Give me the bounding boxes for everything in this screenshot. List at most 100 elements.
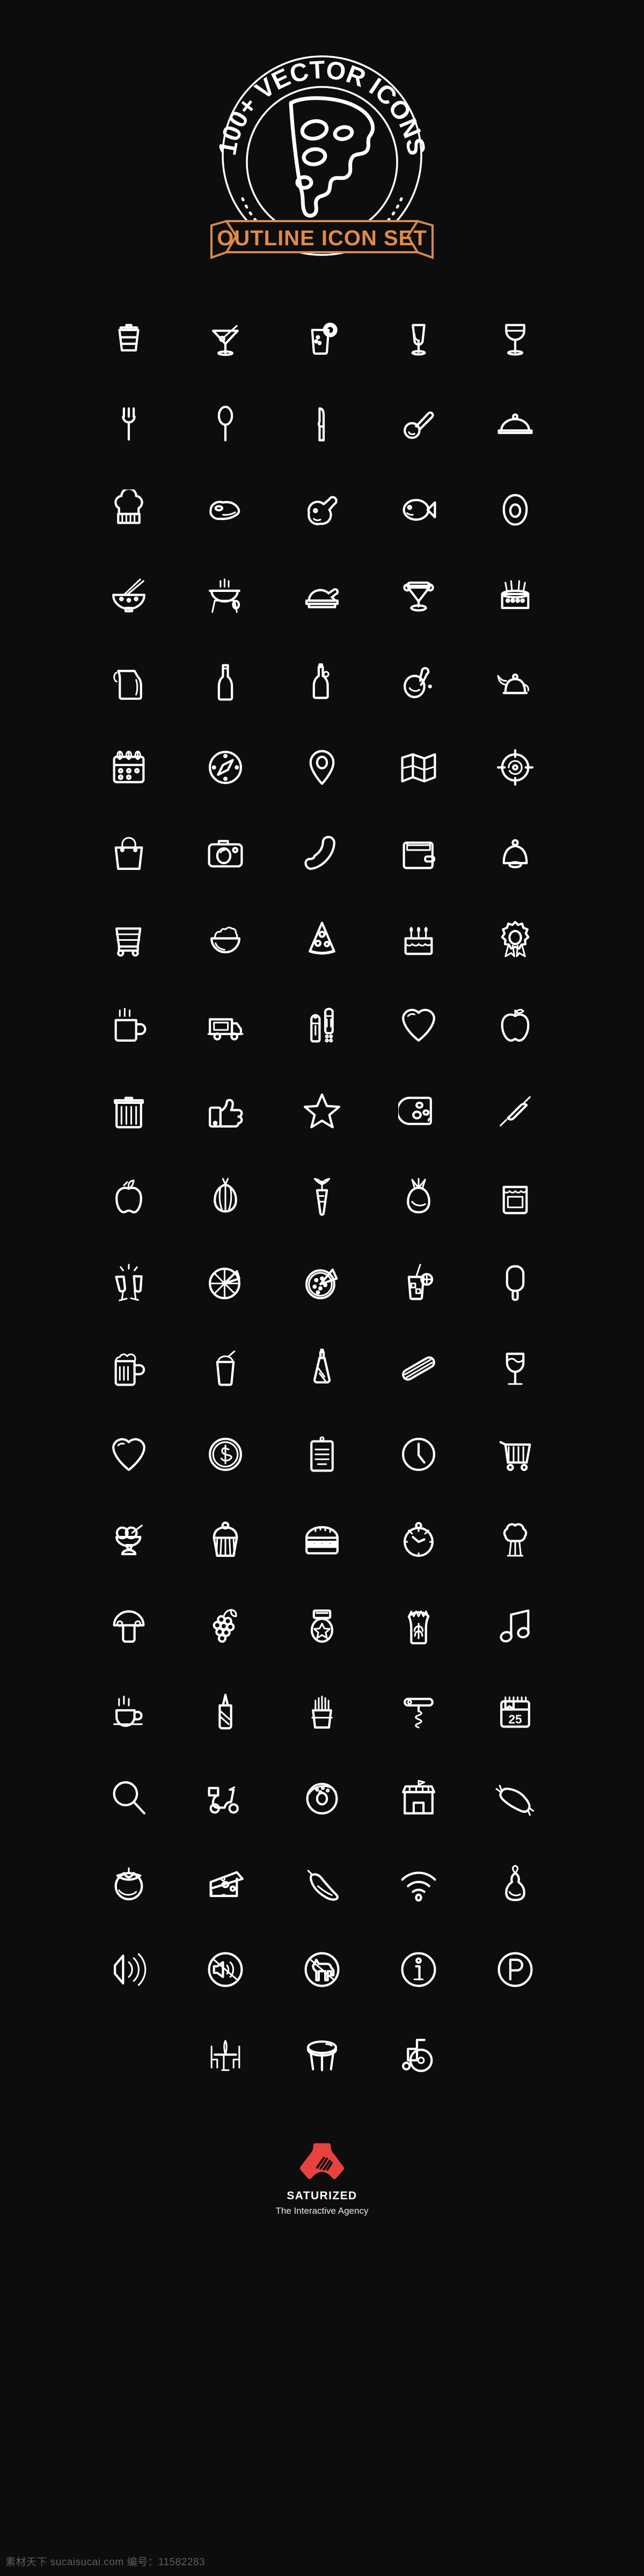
icon-cell-knife[interactable] (274, 381, 370, 467)
icon-cell-shop-storefront[interactable] (370, 1755, 467, 1841)
icon-cell-oil-bottle[interactable] (274, 639, 370, 724)
icon-cell-ketchup-bottle[interactable] (274, 1326, 370, 1411)
icon-cell-wheelchair[interactable] (370, 2012, 467, 2098)
icon-cell-eggplant[interactable] (370, 1154, 467, 1240)
icon-cell-dollar-coin[interactable] (177, 1411, 274, 1497)
icon-cell-chicken-leg[interactable] (274, 467, 370, 553)
icon-cell-parking[interactable] (467, 1927, 564, 2012)
icon-cell-cloche[interactable] (467, 381, 564, 467)
icon-cell-avocado[interactable] (467, 467, 564, 553)
icon-cell-lemon-slice[interactable] (177, 1240, 274, 1326)
icon-cell-bell[interactable] (467, 810, 564, 896)
icon-cell-thumbs-up[interactable] (177, 1068, 274, 1154)
icon-cell-cheese-wheel[interactable] (370, 1068, 467, 1154)
icon-cell-calendar[interactable] (80, 724, 177, 810)
icon-cell-phone-handset[interactable] (274, 810, 370, 896)
icon-cell-hot-dog[interactable] (370, 1326, 467, 1411)
icon-cell-carrot[interactable] (274, 1154, 370, 1240)
icon-cell-wheat-sack[interactable] (370, 1583, 467, 1669)
icon-cell-cheese-block[interactable] (177, 1841, 274, 1927)
icon-cell-pizza-slice[interactable] (274, 896, 370, 982)
icon-cell-shopping-cart[interactable] (80, 896, 177, 982)
icon-cell-pitcher[interactable] (80, 639, 177, 724)
icon-cell-bbq-grill[interactable] (177, 553, 274, 639)
icon-cell-squeeze-bottle[interactable] (177, 1669, 274, 1755)
icon-cell-hot-mug[interactable] (80, 982, 177, 1068)
icon-cell-music-note[interactable] (467, 1583, 564, 1669)
icon-cell-popsicle[interactable] (467, 1240, 564, 1326)
icon-cell-salt-pepper[interactable] (274, 982, 370, 1068)
icon-cell-beer-mug[interactable] (80, 1326, 177, 1411)
icon-cell-mushroom[interactable] (80, 1583, 177, 1669)
icon-cell-coffee-cup-togo[interactable] (80, 295, 177, 381)
icon-cell-pizza-cutter[interactable] (370, 381, 467, 467)
icon-cell-pear[interactable] (467, 1841, 564, 1927)
icon-cell-volume-on[interactable] (80, 1927, 177, 2012)
icon-cell-teapot[interactable] (467, 639, 564, 724)
icon-cell-sausage[interactable] (467, 1755, 564, 1841)
icon-cell-corkscrew[interactable] (370, 1669, 467, 1755)
icon-cell-french-fries[interactable] (274, 1669, 370, 1755)
icon-cell-clock[interactable] (370, 1411, 467, 1497)
icon-cell-ice-cream-cup[interactable] (80, 1497, 177, 1583)
icon-cell-champagne-flute[interactable] (370, 295, 467, 381)
icon-cell-medal[interactable] (274, 1583, 370, 1669)
icon-cell-scooter-delivery[interactable] (177, 1755, 274, 1841)
icon-cell-coffee-cup-saucer[interactable] (80, 1669, 177, 1755)
icon-cell-cheers-toast[interactable] (80, 1240, 177, 1326)
icon-cell-receipt[interactable] (274, 1411, 370, 1497)
icon-cell-shopping-bag[interactable] (80, 810, 177, 896)
icon-cell-chef-hat[interactable] (80, 467, 177, 553)
icon-cell-food-truck[interactable] (177, 982, 274, 1068)
icon-cell-compass[interactable] (177, 724, 274, 810)
icon-cell-location-pin[interactable] (274, 724, 370, 810)
icon-cell-wine-bottle[interactable] (177, 639, 274, 724)
icon-cell-wifi[interactable] (370, 1841, 467, 1927)
icon-cell-spoon[interactable] (177, 381, 274, 467)
icon-cell-iced-drink[interactable] (370, 1240, 467, 1326)
icon-cell-heart[interactable] (370, 982, 467, 1068)
icon-cell-rolling-pin[interactable] (467, 1068, 564, 1154)
icon-cell-no-pets[interactable] (274, 1927, 370, 2012)
icon-cell-heart-outline[interactable] (80, 1411, 177, 1497)
icon-cell-volume-muted[interactable] (177, 1927, 274, 2012)
icon-cell-broccoli[interactable] (467, 1497, 564, 1583)
icon-cell-award-rosette[interactable] (467, 896, 564, 982)
icon-cell-donut[interactable] (274, 1755, 370, 1841)
icon-cell-apple[interactable] (467, 982, 564, 1068)
icon-cell-table-chairs[interactable] (177, 2012, 274, 2098)
icon-cell-calendar-date[interactable]: 25 (467, 1669, 564, 1755)
icon-cell-trash-can[interactable] (80, 1068, 177, 1154)
icon-cell-jam-jar[interactable] (467, 1154, 564, 1240)
icon-cell-noodle-bowl[interactable] (80, 553, 177, 639)
icon-cell-fork[interactable] (80, 381, 177, 467)
icon-cell-tomato[interactable] (80, 1841, 177, 1927)
icon-cell-shopping-trolley[interactable] (467, 1411, 564, 1497)
icon-cell-grapes[interactable] (177, 1583, 274, 1669)
icon-cell-layer-cake[interactable] (467, 553, 564, 639)
icon-cell-bar-stool[interactable] (274, 2012, 370, 2098)
icon-cell-milkshake[interactable] (177, 1326, 274, 1411)
icon-cell-hamburger[interactable] (274, 1497, 370, 1583)
icon-cell-soda-glass-lemon[interactable] (274, 295, 370, 381)
icon-cell-star[interactable] (274, 1068, 370, 1154)
icon-cell-camera[interactable] (177, 810, 274, 896)
icon-cell-wallet[interactable] (370, 810, 467, 896)
icon-cell-onion[interactable] (177, 1154, 274, 1240)
icon-cell-roast-turkey[interactable] (274, 553, 370, 639)
icon-cell-steak[interactable] (177, 467, 274, 553)
icon-cell-folded-map[interactable] (370, 724, 467, 810)
icon-cell-martini-glass[interactable] (177, 295, 274, 381)
icon-cell-white-wine-glass[interactable] (467, 1326, 564, 1411)
icon-cell-whole-pizza[interactable] (274, 1240, 370, 1326)
icon-cell-magnifier[interactable] (80, 1755, 177, 1841)
icon-cell-fish[interactable] (370, 467, 467, 553)
icon-cell-wine-glass[interactable] (467, 295, 564, 381)
icon-cell-salad-bowl[interactable] (177, 896, 274, 982)
icon-cell-birthday-cake[interactable] (370, 896, 467, 982)
icon-cell-cherry[interactable] (370, 639, 467, 724)
icon-cell-target[interactable] (467, 724, 564, 810)
icon-cell-info[interactable] (370, 1927, 467, 2012)
icon-cell-ice-cream-sundae[interactable] (370, 553, 467, 639)
icon-cell-chili-pepper[interactable] (274, 1841, 370, 1927)
